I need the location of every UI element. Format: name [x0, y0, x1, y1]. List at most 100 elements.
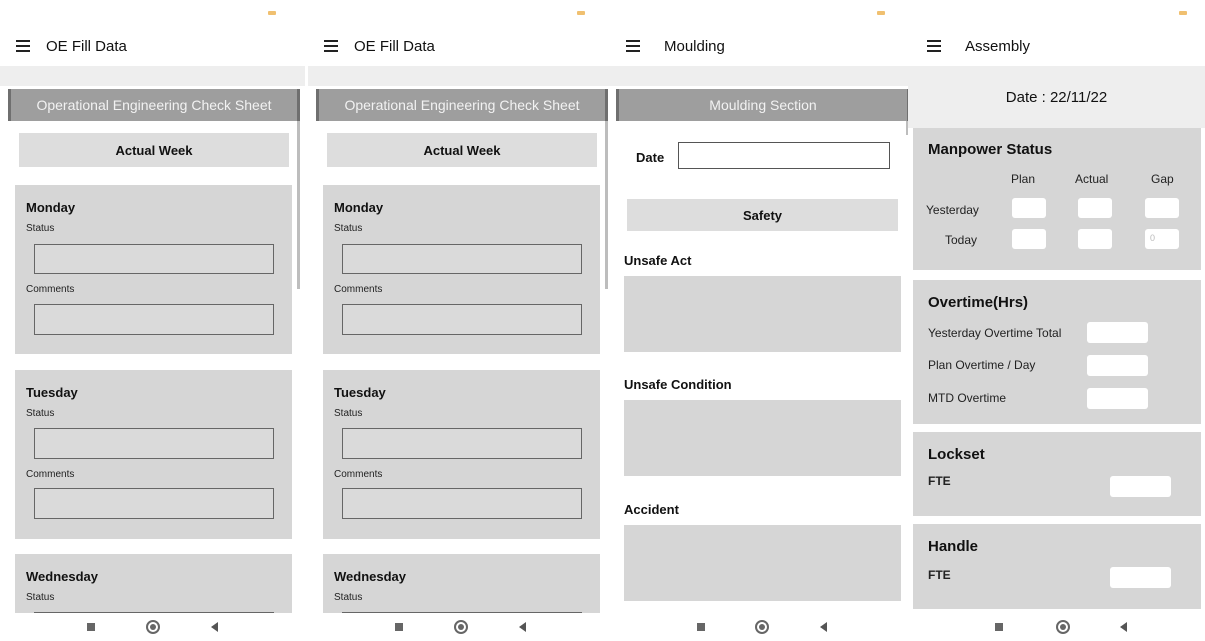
column-gap: Gap	[1151, 172, 1174, 186]
comments-field[interactable]	[342, 488, 582, 519]
top-strip	[308, 66, 613, 86]
battery-icon	[577, 11, 585, 15]
lockset-fte-input[interactable]	[1110, 476, 1171, 497]
recents-icon[interactable]	[697, 623, 705, 631]
screen-oe-fill-data-2: OE Fill Data Operational Engineering Che…	[308, 0, 613, 641]
today-gap-input[interactable]: 0	[1145, 229, 1179, 249]
system-nav-bar	[610, 613, 910, 641]
safety-button[interactable]: Safety	[627, 199, 898, 231]
app-title: Moulding	[664, 37, 725, 55]
app-bar: OE Fill Data	[0, 30, 305, 62]
home-icon[interactable]	[146, 620, 160, 634]
battery-icon	[268, 11, 276, 15]
screen-assembly: Assembly Date : 22/11/22 Manpower Status…	[908, 0, 1205, 641]
battery-icon	[877, 11, 885, 15]
app-bar: Assembly	[908, 30, 1205, 62]
day-card-monday: Monday Status Comments	[323, 185, 600, 354]
today-plan-input[interactable]	[1012, 229, 1046, 249]
menu-icon[interactable]	[324, 40, 338, 52]
panel-title: Manpower Status	[928, 141, 1053, 158]
yesterday-overtime-input[interactable]	[1087, 322, 1148, 343]
overtime-panel: Overtime(Hrs) Yesterday Overtime Total P…	[913, 280, 1201, 424]
status-label: Status	[26, 408, 55, 419]
day-card-tuesday: Tuesday Status Comments	[323, 370, 600, 539]
system-nav-bar	[308, 613, 613, 641]
scrollbar[interactable]	[297, 121, 300, 289]
actual-week-button[interactable]: Actual Week	[19, 133, 289, 167]
app-title: OE Fill Data	[46, 37, 127, 55]
panel-title: Lockset	[928, 446, 985, 463]
plan-overtime-input[interactable]	[1087, 355, 1148, 376]
comments-field[interactable]	[342, 304, 582, 335]
unsafe-condition-label: Unsafe Condition	[624, 377, 732, 392]
day-card-monday: Monday Status Comments	[15, 185, 292, 354]
comments-field[interactable]	[34, 488, 274, 519]
check-sheet-header: Operational Engineering Check Sheet	[316, 89, 608, 121]
system-nav-bar	[0, 613, 305, 641]
recents-icon[interactable]	[395, 623, 403, 631]
home-icon[interactable]	[755, 620, 769, 634]
handle-panel: Handle FTE	[913, 524, 1201, 609]
yesterday-actual-input[interactable]	[1078, 198, 1112, 218]
fte-label: FTE	[928, 568, 951, 582]
unsafe-act-field[interactable]	[624, 276, 901, 352]
yesterday-plan-input[interactable]	[1012, 198, 1046, 218]
check-sheet-header: Operational Engineering Check Sheet	[8, 89, 300, 121]
day-title: Monday	[26, 200, 76, 215]
back-icon[interactable]	[211, 622, 218, 632]
mtd-overtime-label: MTD Overtime	[928, 391, 1006, 405]
status-field[interactable]	[34, 428, 274, 459]
yesterday-gap-input[interactable]	[1145, 198, 1179, 218]
lockset-panel: Lockset FTE	[913, 432, 1201, 516]
row-today: Today	[945, 233, 978, 247]
battery-icon	[1179, 11, 1187, 15]
home-icon[interactable]	[1056, 620, 1070, 634]
day-title: Wednesday	[26, 569, 99, 584]
actual-week-button[interactable]: Actual Week	[327, 133, 597, 167]
moulding-section-header: Moulding Section	[616, 89, 910, 121]
screen-oe-fill-data-1: OE Fill Data Operational Engineering Che…	[0, 0, 305, 641]
unsafe-act-label: Unsafe Act	[624, 253, 692, 268]
screen-moulding: Moulding Moulding Section Date Safety Un…	[610, 0, 910, 641]
recents-icon[interactable]	[995, 623, 1003, 631]
status-label: Status	[26, 592, 55, 603]
comments-label: Comments	[26, 284, 75, 295]
menu-icon[interactable]	[626, 40, 640, 52]
comments-field[interactable]	[34, 304, 274, 335]
recents-icon[interactable]	[87, 623, 95, 631]
app-bar: OE Fill Data	[308, 30, 613, 62]
today-actual-input[interactable]	[1078, 229, 1112, 249]
row-yesterday: Yesterday	[926, 203, 979, 217]
status-label: Status	[334, 408, 363, 419]
status-field[interactable]	[342, 428, 582, 459]
date-display: Date : 22/11/22	[908, 66, 1205, 128]
menu-icon[interactable]	[927, 40, 941, 52]
status-label: Status	[26, 223, 55, 234]
day-title: Wednesday	[334, 569, 407, 584]
date-label: Date	[636, 150, 665, 165]
status-field[interactable]	[34, 244, 274, 274]
menu-icon[interactable]	[16, 40, 30, 52]
system-nav-bar	[908, 613, 1205, 641]
app-title: OE Fill Data	[354, 37, 435, 55]
back-icon[interactable]	[519, 622, 526, 632]
unsafe-condition-field[interactable]	[624, 400, 901, 476]
scrollbar[interactable]	[605, 121, 608, 289]
column-plan: Plan	[1011, 172, 1036, 186]
app-title: Assembly	[965, 37, 1031, 55]
date-input[interactable]	[678, 142, 890, 169]
handle-fte-input[interactable]	[1110, 567, 1171, 588]
accident-field[interactable]	[624, 525, 901, 601]
day-card-tuesday: Tuesday Status Comments	[15, 370, 292, 539]
panel-title: Handle	[928, 538, 979, 555]
comments-label: Comments	[334, 469, 383, 480]
mtd-overtime-input[interactable]	[1087, 388, 1148, 409]
day-title: Tuesday	[26, 385, 78, 400]
back-icon[interactable]	[820, 622, 827, 632]
day-title: Monday	[334, 200, 384, 215]
status-field[interactable]	[342, 244, 582, 274]
manpower-status-panel: Manpower Status Plan Actual Gap Yesterda…	[913, 128, 1201, 270]
back-icon[interactable]	[1120, 622, 1127, 632]
panel-title: Overtime(Hrs)	[928, 294, 1029, 311]
home-icon[interactable]	[454, 620, 468, 634]
